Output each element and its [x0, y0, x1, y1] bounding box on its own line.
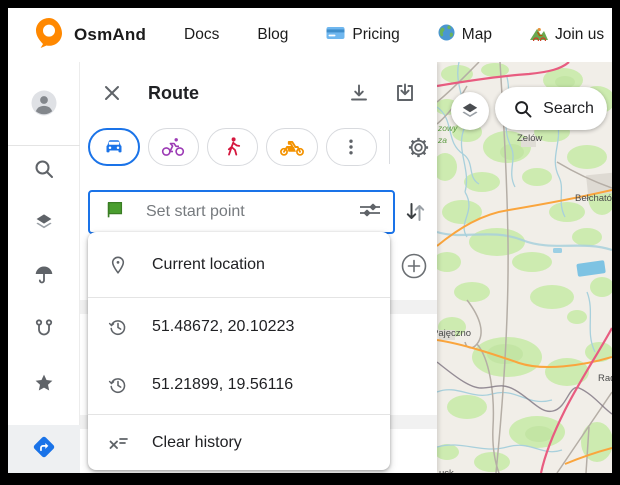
- download-icon[interactable]: [343, 77, 375, 109]
- sidebar-item-tracks[interactable]: [8, 306, 80, 354]
- sidebar-item-layers[interactable]: [8, 200, 80, 248]
- start-point-row: [88, 189, 429, 235]
- map-layers-button[interactable]: [451, 92, 489, 130]
- sidebar-item-navigation[interactable]: [8, 425, 80, 473]
- map-label-town: uck: [439, 468, 454, 473]
- route-panel: Route: [80, 62, 437, 473]
- nav-links: Docs Blog Pricing Map Join us: [184, 24, 604, 46]
- app-window: OsmAnd Docs Blog Pricing Map Joi: [0, 0, 620, 485]
- top-navbar: OsmAnd Docs Blog Pricing Map Joi: [8, 8, 612, 62]
- account-icon: [29, 88, 59, 123]
- map-search-button[interactable]: Search: [495, 87, 607, 130]
- sidebar-item-account[interactable]: [8, 81, 80, 129]
- current-location-item[interactable]: Current location: [88, 232, 390, 297]
- sidebar-item-favorites[interactable]: [8, 361, 80, 409]
- search-icon: [512, 98, 534, 120]
- star-icon: [32, 371, 56, 400]
- globe-icon: [438, 24, 455, 46]
- nav-link-pricing[interactable]: Pricing: [326, 26, 399, 45]
- current-location-label: Current location: [152, 256, 265, 274]
- mode-more-button[interactable]: [326, 128, 377, 166]
- mode-car-button[interactable]: [88, 128, 140, 166]
- nav-link-docs[interactable]: Docs: [184, 26, 219, 44]
- nav-link-blog[interactable]: Blog: [257, 26, 288, 44]
- mode-bicycle-button[interactable]: [148, 128, 199, 166]
- swap-points-icon[interactable]: [401, 196, 429, 228]
- route-panel-header: Route: [80, 62, 437, 124]
- route-options-sliders-icon[interactable]: [357, 199, 383, 226]
- search-icon: [32, 157, 56, 186]
- map-label-town: Radomsko: [598, 373, 612, 384]
- sidebar-item-weather[interactable]: [8, 253, 80, 301]
- add-point-icon[interactable]: [400, 252, 428, 280]
- history-coordinates: 51.48672, 20.10223: [152, 318, 294, 336]
- map-label-town: Pajęczno: [437, 328, 471, 339]
- brand[interactable]: OsmAnd: [34, 17, 146, 54]
- start-point-input[interactable]: [144, 202, 357, 222]
- mountain-biker-icon: [530, 25, 548, 46]
- history-item[interactable]: 51.21899, 19.56116: [88, 356, 390, 414]
- close-icon[interactable]: [96, 77, 128, 109]
- mode-motorcycle-button[interactable]: [266, 128, 317, 166]
- modes-divider: [389, 130, 390, 164]
- history-coordinates: 51.21899, 19.56116: [152, 376, 293, 394]
- sidebar-item-search[interactable]: [8, 147, 80, 195]
- location-pin-icon: [106, 254, 130, 276]
- osmand-logo-icon: [34, 17, 64, 54]
- panel-title: Route: [148, 83, 199, 104]
- history-icon: [106, 374, 130, 396]
- brand-name: OsmAnd: [74, 25, 146, 45]
- route-settings-gear-icon[interactable]: [404, 131, 433, 163]
- left-sidebar: [8, 62, 80, 473]
- clear-history-label: Clear history: [152, 434, 242, 452]
- map-label-green: zowy: [437, 123, 458, 133]
- history-icon: [106, 316, 130, 338]
- start-point-dropdown: Current location 51.48672, 20.10223 51.2…: [88, 232, 390, 470]
- map-label-town: Bełchatów: [575, 193, 612, 204]
- travel-mode-selector: [88, 126, 433, 168]
- map-label-green: za: [437, 135, 447, 145]
- layers-icon: [458, 99, 482, 123]
- start-point-field[interactable]: [88, 190, 395, 234]
- mode-pedestrian-button[interactable]: [207, 128, 258, 166]
- history-item[interactable]: 51.48672, 20.10223: [88, 298, 390, 356]
- umbrella-icon: [32, 263, 56, 292]
- start-flag-icon: [104, 199, 126, 226]
- clear-history-icon: [106, 432, 130, 454]
- tracks-icon: [32, 316, 56, 345]
- directions-icon: [31, 434, 57, 465]
- layers-icon: [32, 210, 56, 239]
- map-search-label: Search: [543, 100, 594, 118]
- sidebar-divider: [8, 145, 80, 146]
- map-canvas[interactable]: zowy za Zelów Bełchatów Pajęczno Radomsk…: [437, 62, 612, 473]
- credit-card-icon: [326, 26, 345, 45]
- import-file-icon[interactable]: [389, 77, 421, 109]
- nav-link-map[interactable]: Map: [438, 24, 492, 46]
- nav-link-join-us[interactable]: Join us: [530, 25, 604, 46]
- clear-history-item[interactable]: Clear history: [88, 415, 390, 470]
- map-label-town: Zelów: [517, 133, 542, 144]
